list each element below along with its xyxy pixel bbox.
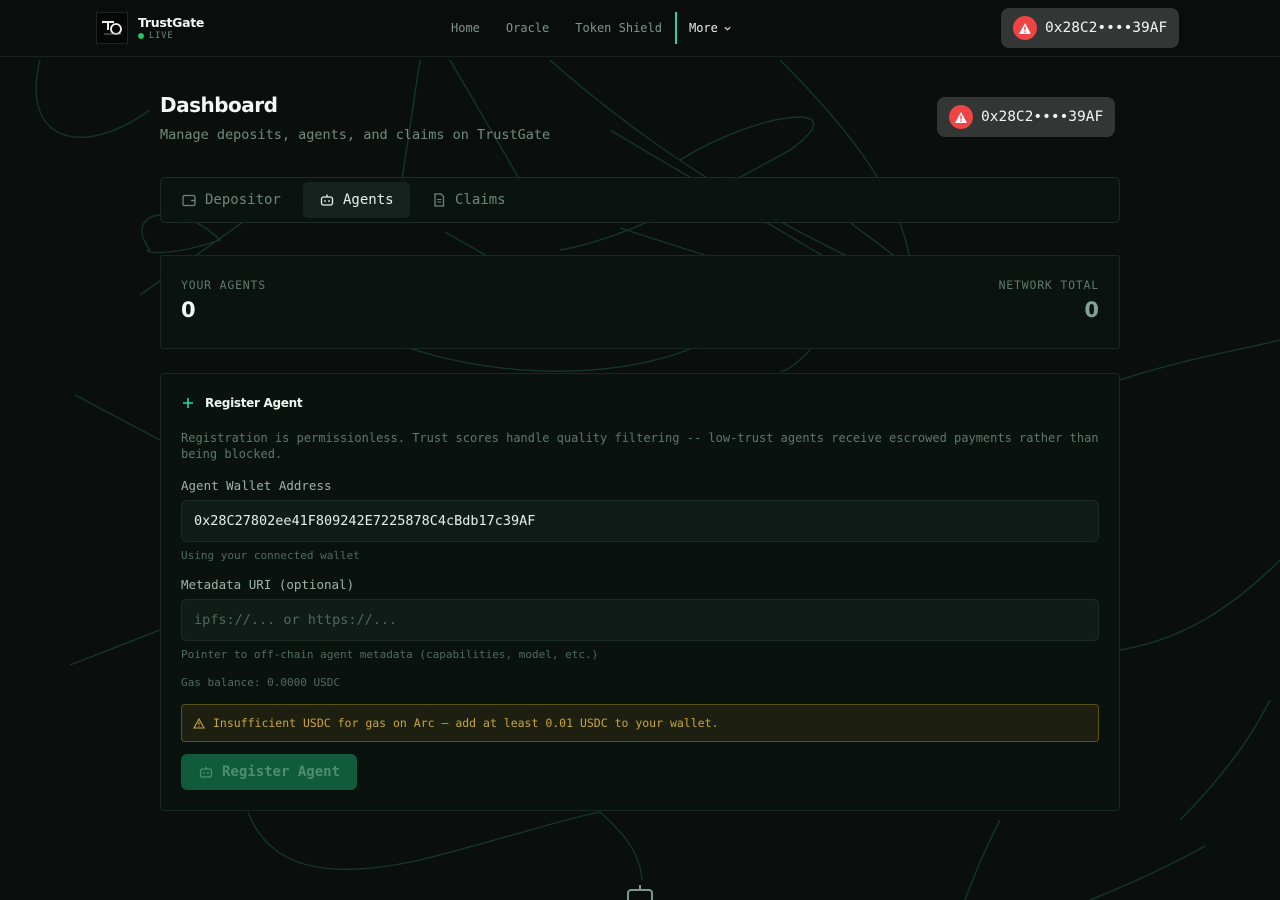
nav-oracle[interactable]: Oracle <box>506 21 549 35</box>
nav-more-dropdown[interactable]: More <box>689 21 732 35</box>
metadata-uri-label: Metadata URI (optional) <box>181 577 355 592</box>
tab-label: Agents <box>343 192 394 208</box>
active-nav-indicator <box>674 12 677 44</box>
insufficient-gas-warning: Insufficient USDC for gas on Arc — add a… <box>181 704 1099 742</box>
your-agents-value: 0 <box>181 298 196 322</box>
metadata-uri-hint: Pointer to off-chain agent metadata (cap… <box>181 648 599 661</box>
wallet-icon <box>182 194 196 207</box>
page-title: Dashboard <box>160 93 278 117</box>
top-navigation: TrustGate LIVE Home Oracle Token Shield … <box>0 0 1280 57</box>
dashboard-wallet-button[interactable]: 0x28C2••••39AF <box>937 97 1116 137</box>
wallet-address: 0x28C2••••39AF <box>1045 20 1168 36</box>
tab-agents[interactable]: Agents <box>303 182 410 218</box>
card-header: Register Agent <box>181 396 303 410</box>
document-icon <box>434 193 445 207</box>
tab-depositor[interactable]: Depositor <box>165 182 297 218</box>
registration-description: Registration is permissionless. Trust sc… <box>181 431 1099 461</box>
nav-token-shield[interactable]: Token Shield <box>575 21 662 35</box>
trustgate-logo <box>96 12 128 44</box>
network-total-value: 0 <box>1084 298 1099 322</box>
your-agents-label: YOUR AGENTS <box>181 278 266 292</box>
chevron-down-icon <box>724 26 731 31</box>
nav-more-label: More <box>688 21 718 35</box>
live-dot-icon <box>138 32 144 39</box>
plus-icon <box>183 398 193 408</box>
gas-balance: Gas balance: 0.0000 USDC <box>181 676 340 689</box>
warning-triangle-icon <box>193 717 205 729</box>
live-status-label: LIVE <box>149 30 174 41</box>
logo-mark-icon <box>102 21 122 35</box>
bot-icon <box>199 766 213 778</box>
wallet-address-hint: Using your connected wallet <box>181 549 360 562</box>
main-nav: Home Oracle Token Shield More <box>451 12 732 44</box>
brand-name: TrustGate <box>138 14 205 30</box>
bot-icon <box>626 884 654 900</box>
dashboard-tabs: Depositor Agents Claims <box>160 177 1120 223</box>
agent-wallet-address-input[interactable]: 0x28C27802ee41F809242E7225878C4cBdb17c39… <box>181 500 1099 542</box>
wrong-network-icon <box>949 105 973 129</box>
metadata-uri-input[interactable]: ipfs://... or https://... <box>181 599 1099 641</box>
network-total-label: NETWORK TOTAL <box>998 278 1099 292</box>
warning-text: Insufficient USDC for gas on Arc — add a… <box>213 716 719 730</box>
live-status: LIVE <box>138 30 204 42</box>
tab-label: Depositor <box>205 192 281 208</box>
wallet-address: 0x28C2••••39AF <box>981 109 1104 125</box>
brand[interactable]: TrustGate LIVE <box>96 12 204 44</box>
bot-icon <box>320 194 334 206</box>
wallet-address-label: Agent Wallet Address <box>181 478 332 493</box>
nav-home[interactable]: Home <box>451 21 480 35</box>
register-button-label: Register Agent <box>221 764 340 780</box>
tab-label: Claims <box>455 192 506 208</box>
register-agent-card: Register Agent Registration is permissio… <box>160 373 1120 811</box>
agent-stats: YOUR AGENTS 0 NETWORK TOTAL 0 <box>160 255 1120 349</box>
register-agent-button[interactable]: Register Agent <box>181 754 357 790</box>
wallet-button[interactable]: 0x28C2••••39AF <box>1001 8 1180 48</box>
wrong-network-icon <box>1013 16 1037 40</box>
tab-claims[interactable]: Claims <box>415 182 522 218</box>
page-subtitle: Manage deposits, agents, and claims on T… <box>160 127 551 143</box>
card-title: Register Agent <box>205 396 303 410</box>
